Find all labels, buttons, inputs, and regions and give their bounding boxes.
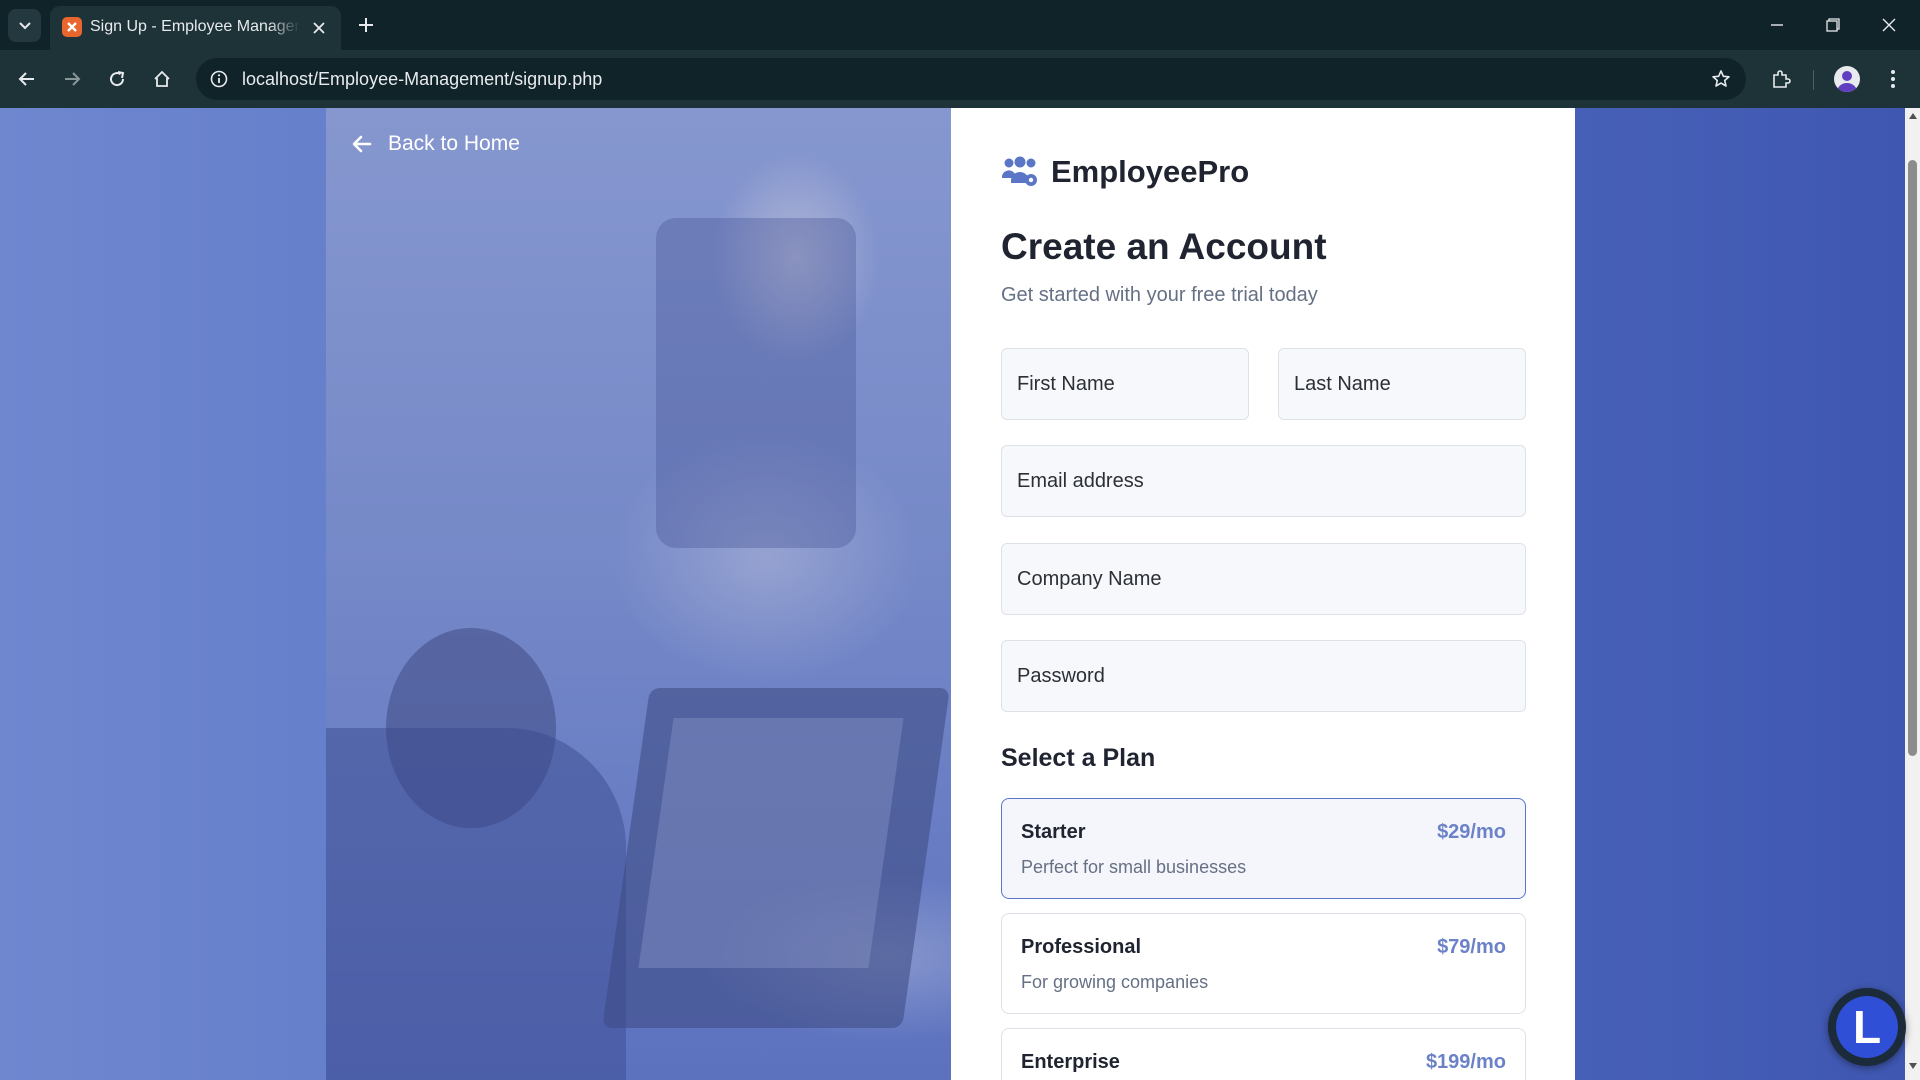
info-icon[interactable] xyxy=(204,64,234,94)
close-window-icon[interactable] xyxy=(1872,8,1906,42)
plan-name: Enterprise xyxy=(1021,1051,1120,1073)
tab-title: Sign Up - Employee Management xyxy=(90,18,300,35)
plan-professional[interactable]: Professional $79/mo For growing companie… xyxy=(1001,913,1526,1014)
close-icon[interactable] xyxy=(309,18,329,38)
back-link-label: Back to Home xyxy=(388,132,520,155)
minimize-icon[interactable] xyxy=(1760,8,1794,42)
signup-card: EmployeePro Create an Account Get starte… xyxy=(951,108,1575,1080)
plan-price: $29/mo xyxy=(1437,821,1506,843)
plan-enterprise[interactable]: Enterprise $199/mo xyxy=(1001,1028,1526,1080)
first-name-input[interactable] xyxy=(1002,349,1248,419)
restore-icon[interactable] xyxy=(1816,8,1850,42)
arrow-left-icon xyxy=(352,133,374,155)
plan-description: For growing companies xyxy=(1021,972,1209,992)
reload-icon[interactable] xyxy=(100,62,134,96)
toolbar-separator xyxy=(1813,70,1814,90)
password-field[interactable] xyxy=(1001,640,1526,712)
back-to-home-link[interactable]: Back to Home xyxy=(352,132,520,156)
browser-tab-bar: Sign Up - Employee Management xyxy=(0,0,1920,50)
profile-icon[interactable] xyxy=(1834,66,1860,92)
users-gear-icon xyxy=(1002,156,1037,186)
address-bar[interactable]: localhost/Employee-Management/signup.php xyxy=(196,58,1746,100)
assistant-logo: L xyxy=(1836,996,1898,1058)
plan-price: $199/mo xyxy=(1425,1051,1506,1073)
plan-name: Starter xyxy=(1021,821,1086,843)
plan-starter[interactable]: Starter $29/mo Perfect for small busines… xyxy=(1001,798,1526,899)
page-scrollbar[interactable] xyxy=(1905,108,1920,1080)
plus-icon[interactable] xyxy=(352,11,380,39)
brand: EmployeePro xyxy=(1001,154,1249,190)
page-viewport: Back to Home EmployeePro Create an Accou… xyxy=(0,108,1905,1080)
floating-assistant-button[interactable]: L xyxy=(1828,988,1906,1066)
email-input[interactable] xyxy=(1002,446,1525,516)
plan-description: Perfect for small businesses xyxy=(1021,857,1247,877)
hero-image xyxy=(326,108,951,1080)
password-input[interactable] xyxy=(1002,641,1525,711)
browser-tab[interactable]: Sign Up - Employee Management xyxy=(50,6,341,50)
scroll-thumb[interactable] xyxy=(1908,160,1917,756)
email-field[interactable] xyxy=(1001,445,1526,517)
last-name-field[interactable] xyxy=(1278,348,1526,420)
browser-toolbar: localhost/Employee-Management/signup.php xyxy=(0,50,1920,108)
brand-name: EmployeePro xyxy=(1051,154,1250,189)
first-name-field[interactable] xyxy=(1001,348,1249,420)
company-input[interactable] xyxy=(1002,544,1525,614)
last-name-input[interactable] xyxy=(1279,349,1525,419)
page-subtitle: Get started with your free trial today xyxy=(1001,284,1318,306)
plans-heading: Select a Plan xyxy=(1001,744,1156,772)
plan-price: $79/mo xyxy=(1437,936,1506,958)
scroll-down-arrow-icon[interactable] xyxy=(1905,1062,1920,1076)
company-field[interactable] xyxy=(1001,543,1526,615)
plan-name: Professional xyxy=(1021,936,1142,958)
url-text[interactable]: localhost/Employee-Management/signup.php xyxy=(242,69,602,90)
extensions-icon[interactable] xyxy=(1764,62,1798,96)
home-icon[interactable] xyxy=(145,62,179,96)
back-arrow-icon[interactable] xyxy=(10,62,44,96)
kebab-menu-icon[interactable] xyxy=(1876,62,1910,96)
page-title: Create an Account xyxy=(1001,226,1327,267)
forward-arrow-icon[interactable] xyxy=(55,62,89,96)
xampp-favicon-icon xyxy=(62,17,82,37)
scroll-up-arrow-icon[interactable] xyxy=(1905,112,1920,126)
tab-search-icon[interactable] xyxy=(8,9,41,42)
star-icon[interactable] xyxy=(1706,64,1736,94)
